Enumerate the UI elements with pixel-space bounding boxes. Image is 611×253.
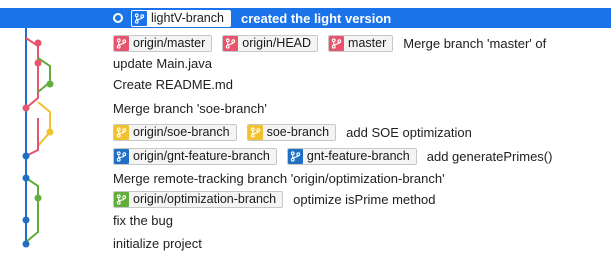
commit-message: Merge branch 'master' of [403,35,547,51]
commit-row[interactable]: lightV-branch created the light version [0,8,611,28]
branch-tag-label: soe-branch [266,125,330,139]
commit-message: created the light version [240,10,392,26]
commit-row[interactable]: Create README.md [0,74,611,94]
commit-row[interactable]: origin/optimization-branch optimize isPri… [0,189,611,209]
branch-tag-label: origin/soe-branch [133,125,230,139]
branch-tag[interactable]: lightV-branch [131,9,231,27]
commit-row-content: Create README.md [113,74,233,94]
branch-icon [132,10,147,26]
branch-icon [329,35,345,51]
branch-tag[interactable]: origin/gnt-feature-branch [113,147,277,165]
commit-row[interactable]: origin/soe-branch soe-branch add SOE optim… [0,122,611,142]
branch-tag-label: origin/gnt-feature-branch [133,149,270,163]
commit-row-content: origin/master origin/HEAD master Merge bran… [113,33,546,53]
branch-tag[interactable]: master [328,34,394,52]
branch-tag-label: origin/master [133,36,206,50]
branch-icon [287,148,303,164]
commit-row-content: origin/soe-branch soe-branch add SOE optim… [113,122,472,142]
commit-row-content: initialize project [113,233,202,253]
branch-icon [114,191,129,207]
commit-row-content: origin/optimization-branch optimize isPri… [113,189,435,209]
branch-tag[interactable]: soe-branch [246,123,337,141]
branch-tag-label: master [348,36,387,50]
commit-message: initialize project [113,235,202,251]
commit-row[interactable]: origin/master origin/HEAD master Merge bran… [0,33,611,53]
commit-message: add generatePrimes() [426,148,553,164]
branch-tag[interactable]: origin/HEAD [222,34,319,52]
commit-row[interactable]: fix the bug [0,210,611,230]
commit-message: Merge branch 'soe-branch' [113,100,267,116]
branch-icon [114,124,129,140]
commit-row-content: origin/gnt-feature-branch gnt-feature-bra… [113,146,552,166]
branch-icon [223,35,239,51]
head-indicator-icon [113,13,123,23]
commit-row-content: update Main.java [113,53,212,73]
commit-message: fix the bug [113,212,173,228]
branch-icon [114,35,129,51]
branch-icon [247,124,263,140]
commit-row[interactable]: update Main.java [0,53,611,73]
commit-row[interactable]: initialize project [0,233,611,253]
commit-message: add SOE optimization [346,124,472,140]
commit-message: update Main.java [113,55,213,71]
commit-message: Create README.md [113,76,233,92]
commit-row[interactable]: origin/gnt-feature-branch gnt-feature-bra… [0,146,611,166]
commit-row-content: Merge branch 'soe-branch' [113,98,267,118]
branch-tag-label: lightV-branch [151,11,224,25]
branch-tag-label: origin/HEAD [242,36,312,50]
commit-message: Merge remote-tracking branch 'origin/opt… [113,170,445,186]
branch-tag-label: origin/optimization-branch [133,192,277,206]
commit-message: optimize isPrime method [293,191,436,207]
branch-tag[interactable]: origin/master [113,34,213,52]
branch-tag[interactable]: origin/soe-branch [113,123,237,141]
commit-row-content: fix the bug [113,210,173,230]
commit-row[interactable]: Merge remote-tracking branch 'origin/opt… [0,168,611,188]
branch-tag[interactable]: gnt-feature-branch [286,147,417,165]
branch-tag[interactable]: origin/optimization-branch [113,190,284,208]
commit-row-content: Merge remote-tracking branch 'origin/opt… [113,168,445,188]
commit-row-content: lightV-branch created the light version [113,8,391,28]
branch-icon [114,148,129,164]
branch-tag-label: gnt-feature-branch [306,149,410,163]
commit-row[interactable]: Merge branch 'soe-branch' [0,98,611,118]
